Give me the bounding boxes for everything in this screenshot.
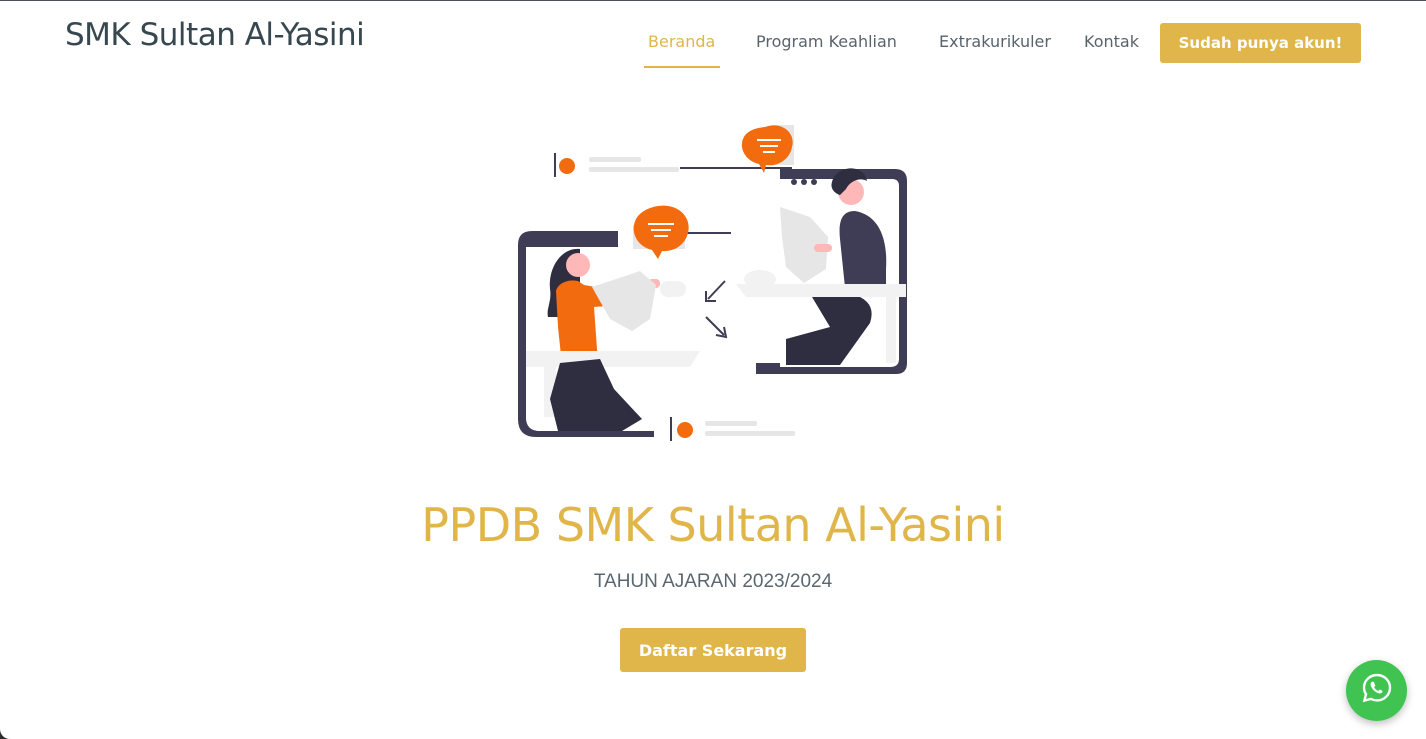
hero-subtitle: TAHUN AJARAN 2023/2024 <box>593 571 833 592</box>
hero-title: PPDB SMK Sultan Al-Yasini <box>421 498 1005 552</box>
brand-logo-text[interactable]: SMK Sultan Al-Yasini <box>65 17 365 53</box>
page: SMK Sultan Al-Yasini Beranda Program Kea… <box>0 0 1426 739</box>
whatsapp-button[interactable] <box>1346 660 1407 721</box>
nav-link-kontak[interactable]: Kontak <box>1084 32 1139 51</box>
top-navbar: SMK Sultan Al-Yasini Beranda Program Kea… <box>0 1 1426 81</box>
whatsapp-icon <box>1361 672 1393 709</box>
nav-active-indicator <box>644 66 720 68</box>
nav-link-extrakurikuler[interactable]: Extrakurikuler <box>939 32 1051 51</box>
nav-link-beranda[interactable]: Beranda <box>648 32 715 51</box>
nav-link-program-keahlian[interactable]: Program Keahlian <box>756 32 897 51</box>
login-button[interactable]: Sudah punya akun! <box>1160 23 1361 63</box>
register-button[interactable]: Daftar Sekarang <box>620 628 806 672</box>
online-meeting-illustration <box>510 119 920 449</box>
